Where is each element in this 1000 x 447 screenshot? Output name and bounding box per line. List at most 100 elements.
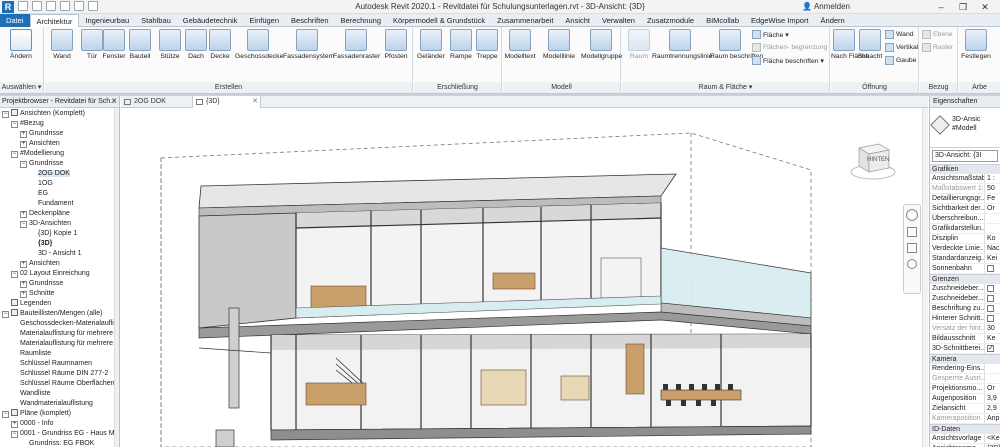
collapse-icon[interactable]: − (11, 431, 18, 438)
collapse-icon[interactable]: − (11, 151, 18, 158)
tree-item[interactable]: − Grundrisse (0, 159, 119, 169)
expand-icon[interactable]: + (20, 211, 27, 218)
tree-item[interactable]: Legenden (0, 299, 119, 309)
property-value[interactable] (985, 224, 1000, 233)
view-tab-2og-dok[interactable]: 2OG DOK (121, 96, 193, 108)
property-value[interactable]: 50 (985, 184, 1000, 193)
viewcube[interactable]: HINTEN (849, 138, 897, 182)
tree-item[interactable]: 1OG (0, 179, 119, 189)
tree-item[interactable]: + Grundrisse (0, 279, 119, 289)
tree-item[interactable]: + Grundrisse (0, 129, 119, 139)
curtain-system-button[interactable]: Fassadensystem (283, 29, 334, 61)
property-category[interactable]: ID-Daten (930, 424, 1000, 434)
wall-opening-button[interactable]: Wand (885, 30, 914, 39)
tree-item[interactable]: Schlüssel Raumnamen (0, 359, 119, 369)
area-button[interactable]: Fläche ▾ (752, 30, 789, 39)
property-value[interactable]: Ko (985, 234, 1000, 243)
tab-ansicht[interactable]: Ansicht (559, 14, 596, 27)
tree-item[interactable]: Geschossdecken-Materialauflistu (0, 319, 119, 329)
tab-stahlbau[interactable]: Stahlbau (135, 14, 177, 27)
room-separator-button[interactable]: Raumtrennungslinie (652, 29, 712, 61)
property-value[interactable] (985, 374, 1000, 383)
area-boundary-button[interactable]: Flächen- begrenzung (752, 43, 827, 52)
tab-ingenieurbau[interactable]: Ingenieurbau (79, 14, 135, 27)
wall-button[interactable]: Wand (45, 29, 79, 61)
ceiling-button[interactable]: Decke (203, 29, 237, 61)
property-value[interactable]: Fe (985, 194, 1000, 203)
property-value[interactable]: 1 : (985, 174, 1000, 183)
property-value[interactable]: Ke (985, 334, 1000, 343)
zoom-icon[interactable] (907, 243, 917, 253)
checkbox[interactable] (987, 265, 994, 272)
select-dropdown[interactable]: Auswählen ▾ (0, 82, 43, 93)
tree-item[interactable]: − #Modellierung (0, 149, 119, 159)
tree-item[interactable]: −02 Layout Einreichung (0, 269, 119, 279)
tab-gebaeudetechnik[interactable]: Gebäudetechnik (177, 14, 244, 27)
mullion-button[interactable]: Pfosten (379, 29, 413, 61)
collapse-icon[interactable]: − (11, 271, 18, 278)
tab-verwalten[interactable]: Verwalten (596, 14, 641, 27)
collapse-icon[interactable]: − (11, 121, 18, 128)
close-tab-icon[interactable]: ✕ (252, 96, 258, 108)
tree-item[interactable]: − Pläne (komplett) (0, 409, 119, 419)
stair-button[interactable]: Treppe (470, 29, 504, 61)
tree-item[interactable]: Materialauflistung für mehrere K (0, 339, 119, 349)
property-value[interactable] (985, 294, 1000, 303)
tab-berechnung[interactable]: Berechnung (335, 14, 387, 27)
property-value[interactable]: Anp (985, 414, 1000, 423)
property-value[interactable]: 2,9 (985, 404, 1000, 413)
close-button[interactable]: ✕ (974, 0, 996, 14)
tree-item[interactable]: Wandliste (0, 389, 119, 399)
maximize-button[interactable]: ❐ (952, 0, 974, 14)
property-category[interactable]: Grenzen (930, 274, 1000, 284)
type-selector[interactable]: 3D-Ansic #Modell (930, 108, 1000, 148)
expand-icon[interactable]: + (11, 421, 18, 428)
tree-item[interactable]: {3D} Kopie 1 (0, 229, 119, 239)
property-value[interactable]: Or (985, 384, 1000, 393)
tab-beschriften[interactable]: Beschriften (285, 14, 335, 27)
model-group-button[interactable]: Modellgruppe (581, 29, 622, 61)
collapse-icon[interactable]: − (2, 411, 9, 418)
curtain-grid-button[interactable]: Fassadenraster (333, 29, 380, 61)
checkbox[interactable] (987, 315, 994, 322)
checkbox[interactable] (987, 285, 994, 292)
property-value[interactable] (985, 304, 1000, 313)
tree-item[interactable]: + Ansichten (0, 259, 119, 269)
dormer-button[interactable]: Gaube (885, 56, 916, 65)
railing-button[interactable]: Geländer (414, 29, 448, 61)
collapse-icon[interactable]: − (20, 221, 27, 228)
tree-item[interactable]: Raumliste (0, 349, 119, 359)
floor-button[interactable]: Geschossdecke (235, 29, 283, 61)
model-line-button[interactable]: Modelllinie (539, 29, 579, 61)
property-value[interactable]: <Ke (985, 434, 1000, 443)
tree-item[interactable]: + Ansichten (0, 139, 119, 149)
collapse-icon[interactable]: − (20, 161, 27, 168)
shaft-button[interactable]: Schacht (857, 29, 883, 61)
tab-zusammenarbeit[interactable]: Zusammenarbeit (491, 14, 559, 27)
property-value[interactable] (985, 284, 1000, 293)
tree-item[interactable]: +0000 - Info (0, 419, 119, 429)
checkbox[interactable] (987, 295, 994, 302)
tree-item[interactable]: EG (0, 189, 119, 199)
tree-item[interactable]: Grundriss: EG FBOK (0, 439, 119, 447)
tree-item[interactable]: + Deckenpläne (0, 209, 119, 219)
by-face-button[interactable]: Nach Fläche (831, 29, 869, 61)
orbit-icon[interactable] (907, 259, 917, 269)
modify-button[interactable]: Ändern (4, 29, 38, 61)
tree-item[interactable]: Wandmaterialauflistung (0, 399, 119, 409)
tab-aendern[interactable]: Ändern (815, 14, 851, 27)
property-value[interactable] (985, 344, 1000, 353)
component-button[interactable]: Bauteil (123, 29, 157, 61)
collapse-icon[interactable]: − (2, 311, 9, 318)
checkbox[interactable] (987, 305, 994, 312)
3d-viewport[interactable]: HINTEN (121, 108, 928, 447)
property-value[interactable]: Nac (985, 244, 1000, 253)
room-tag-button[interactable]: Raum beschriften (710, 29, 763, 61)
tree-item[interactable]: − #Bezug (0, 119, 119, 129)
tree-item[interactable]: − Bauteillisten/Mengen (alle) (0, 309, 119, 319)
level-button[interactable]: Ebene (922, 30, 953, 39)
viewport-scrollbar[interactable] (922, 108, 928, 447)
property-value[interactable] (985, 364, 1000, 373)
checkbox[interactable] (987, 345, 994, 352)
tree-item[interactable]: {3D} (0, 239, 119, 249)
